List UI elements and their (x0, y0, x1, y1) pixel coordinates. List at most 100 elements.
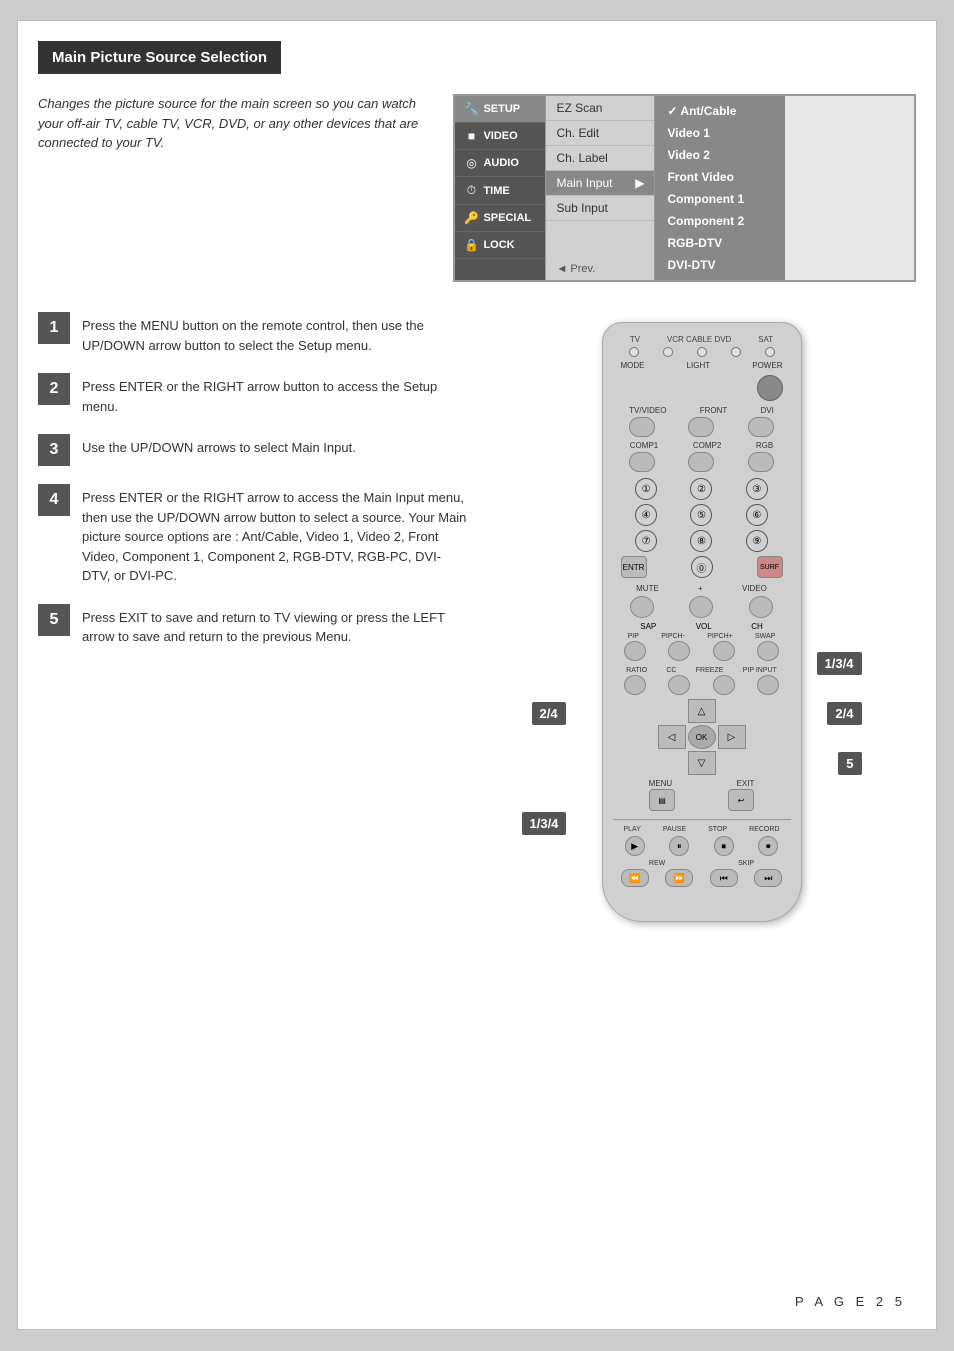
menu-text-label: MENU (649, 779, 673, 788)
ratio-button[interactable] (624, 675, 646, 695)
special-icon: 🔑 (463, 211, 479, 225)
page-number: P A G E 2 5 (795, 1294, 906, 1309)
swap-label: SWAP (755, 633, 775, 640)
power-label: POWER (752, 361, 782, 370)
remote-column: TV VCR CABLE DVD SAT (487, 312, 916, 922)
callout-134-bottom-left: 1/3/4 (522, 812, 567, 835)
dvi-label: DVI (761, 406, 774, 415)
pip-label: PIP (628, 633, 639, 640)
menu-right-video2: Video 2 (655, 144, 785, 166)
remote-wrapper: TV VCR CABLE DVD SAT (572, 322, 832, 922)
menu-item-time: ⏱ TIME (455, 177, 545, 205)
step-2-number: 2 (38, 373, 70, 405)
pipch-minus-button[interactable] (668, 641, 690, 661)
arrow-br-empty (718, 751, 746, 775)
pip-button[interactable] (624, 641, 646, 661)
menu-column: 🔧 SETUP ■ VIDEO ◎ AUDIO ⏱ TIME (453, 94, 916, 282)
menu-button[interactable]: ▤ (649, 789, 675, 811)
arrow-right-button[interactable]: ▷ (718, 725, 746, 749)
comp1-button[interactable] (629, 452, 655, 472)
arrow-enter-button[interactable]: OK (688, 725, 716, 749)
menu-center-ezscan: EZ Scan (546, 96, 654, 121)
cc-button[interactable] (668, 675, 690, 695)
page-title: Main Picture Source Selection (38, 41, 281, 74)
cable-indicator (697, 347, 707, 357)
num-6-button[interactable]: ⑥ (746, 504, 768, 526)
stop-button[interactable]: ⏹ (714, 836, 734, 856)
comp2-button[interactable] (688, 452, 714, 472)
steps-column: 1 Press the MENU button on the remote co… (38, 312, 467, 922)
rew-btn[interactable]: ⏪ (621, 869, 649, 887)
vol-plus-button[interactable] (689, 596, 713, 618)
num-2-button[interactable]: ② (690, 478, 712, 500)
exit-button[interactable]: ↩ (728, 789, 754, 811)
lock-label: LOCK (483, 239, 514, 251)
num-1-button[interactable]: ① (635, 478, 657, 500)
video-button[interactable] (749, 596, 773, 618)
play-label: PLAY (624, 826, 641, 833)
pause-button[interactable]: ⏸ (669, 836, 689, 856)
exit-text-label: EXIT (737, 779, 755, 788)
menu-right-dvidtv: DVI-DTV (655, 254, 785, 276)
comp1-label: COMP1 (630, 441, 658, 450)
menu-center-footer: ◄ Prev. (546, 258, 654, 280)
menu-center-chedit: Ch. Edit (546, 121, 654, 146)
pipch-plus-button[interactable] (713, 641, 735, 661)
description-column: Changes the picture source for the main … (38, 94, 433, 282)
num-9-button[interactable]: ⑨ (746, 530, 768, 552)
record-button[interactable]: ⏺ (758, 836, 778, 856)
surf-button[interactable]: SURF (757, 556, 783, 578)
description-text: Changes the picture source for the main … (38, 94, 423, 153)
num-7-button[interactable]: ⑦ (635, 530, 657, 552)
mute-button[interactable] (630, 596, 654, 618)
dvi-button[interactable] (748, 417, 774, 437)
ff-btn[interactable]: ⏩ (665, 869, 693, 887)
step-2-text: Press ENTER or the RIGHT arrow button to… (82, 373, 467, 416)
freeze-label: FREEZE (696, 667, 724, 674)
skipfwd-btn[interactable]: ⏭ (754, 869, 782, 887)
power-button[interactable] (757, 375, 783, 401)
vol-label: VOL (696, 622, 712, 631)
record-label: RECORD (749, 826, 779, 833)
step-3: 3 Use the UP/DOWN arrows to select Main … (38, 434, 467, 466)
top-section: Changes the picture source for the main … (38, 94, 916, 282)
menu-center-chlabel: Ch. Label (546, 146, 654, 171)
arrow-up-button[interactable]: △ (688, 699, 716, 723)
num-0-button[interactable]: ⓪ (691, 556, 713, 578)
step-2: 2 Press ENTER or the RIGHT arrow button … (38, 373, 467, 416)
pause-label: PAUSE (663, 826, 686, 833)
pip-input-button[interactable] (757, 675, 779, 695)
arrow-left-button[interactable]: ◁ (658, 725, 686, 749)
time-icon: ⏱ (463, 183, 479, 198)
num-8-button[interactable]: ⑧ (690, 530, 712, 552)
mode-label: MODE (621, 361, 645, 370)
swap-button[interactable] (757, 641, 779, 661)
menu-right-col: Ant/Cable Video 1 Video 2 Front Video Co… (655, 96, 785, 280)
steps-section: 1 Press the MENU button on the remote co… (38, 312, 916, 922)
front-button[interactable] (688, 417, 714, 437)
mute-label: MUTE (636, 584, 659, 593)
num-3-button[interactable]: ③ (746, 478, 768, 500)
comp2-label: COMP2 (693, 441, 721, 450)
menu-right-comp1: Component 1 (655, 188, 785, 210)
num-4-button[interactable]: ④ (635, 504, 657, 526)
arrow-tr-empty (718, 699, 746, 723)
video-label2: VIDEO (742, 584, 767, 593)
rgb-label: RGB (756, 441, 773, 450)
special-label: SPECIAL (483, 212, 531, 224)
cc-label: CC (666, 667, 676, 674)
stop-label: STOP (708, 826, 727, 833)
enter-button[interactable]: ENTR (621, 556, 647, 578)
sat-indicator (765, 347, 775, 357)
skipback-btn[interactable]: ⏮ (710, 869, 738, 887)
tvvideo-button[interactable] (629, 417, 655, 437)
rgb-button[interactable] (748, 452, 774, 472)
menu-right-antcable: Ant/Cable (655, 100, 785, 122)
ch-label: CH (751, 622, 763, 631)
freeze-button[interactable] (713, 675, 735, 695)
arrow-down-button[interactable]: ▽ (688, 751, 716, 775)
play-button[interactable]: ▶ (625, 836, 645, 856)
step-5: 5 Press EXIT to save and return to TV vi… (38, 604, 467, 647)
step-3-number: 3 (38, 434, 70, 466)
num-5-button[interactable]: ⑤ (690, 504, 712, 526)
